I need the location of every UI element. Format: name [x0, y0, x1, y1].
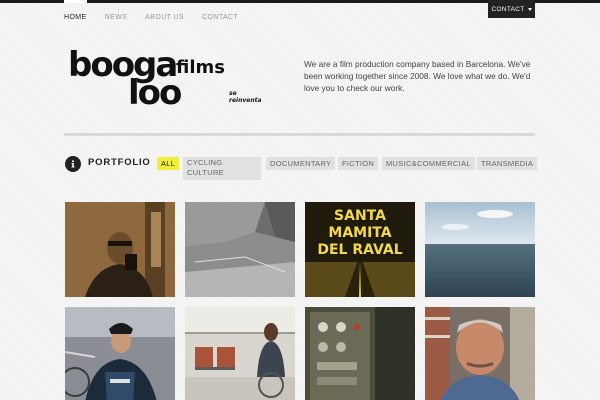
portfolio-thumb-sea-horizon[interactable] — [425, 202, 535, 297]
portfolio-thumb-control-panel[interactable] — [305, 307, 415, 400]
nav-contact[interactable]: CONTACT — [202, 3, 238, 33]
portfolio-thumb-man-portrait[interactable] — [425, 307, 535, 400]
filter-fiction[interactable]: FICTION — [338, 157, 379, 170]
section-divider — [64, 133, 535, 136]
filter-transmedia[interactable]: TRANSMEDIA — [477, 157, 538, 170]
poster-text-line-1: SANTA — [334, 208, 386, 224]
contact-dropdown-button[interactable]: CONTACT — [488, 0, 535, 18]
nav-about-us[interactable]: ABOUT US — [145, 3, 184, 33]
portfolio-thumb-santa-mamita-poster[interactable]: SANTA MAMITA DEL RAVAL — [305, 202, 415, 297]
logo-wordmark-bottom: loo — [128, 73, 181, 108]
filter-music-commercial[interactable]: MUSIC&COMMERCIAL — [382, 157, 475, 170]
portfolio-thumb-man-with-camera[interactable] — [65, 202, 175, 297]
portfolio-thumb-waiting-room[interactable] — [185, 307, 295, 400]
intro-text: We are a film production company based i… — [304, 59, 531, 93]
contact-button-label: CONTACT — [491, 5, 525, 13]
logo-tagline-2: reinventa — [229, 97, 262, 104]
nav-news[interactable]: NEWS — [105, 3, 128, 33]
filter-cycling-culture[interactable]: CYCLING CULTURE — [183, 157, 261, 180]
portfolio-thumb-rocky-coast[interactable] — [185, 202, 295, 297]
nav-home[interactable]: HOME — [64, 0, 87, 33]
logo-tagline-1: se — [229, 90, 237, 97]
portfolio-thumb-cyclist[interactable] — [65, 307, 175, 400]
filter-documentary[interactable]: DOCUMENTARY — [266, 157, 336, 170]
poster-text-line-2: MAMITA — [328, 225, 391, 241]
portfolio-title: PORTFOLIO — [88, 157, 151, 168]
poster-text-line-3: DEL RAVAL — [317, 242, 402, 258]
caret-down-icon — [527, 7, 532, 11]
site-logo[interactable]: booga films loo se reinventa — [68, 45, 268, 113]
info-icon — [65, 156, 81, 172]
main-nav: HOME NEWS ABOUT US CONTACT — [64, 0, 256, 33]
filter-all[interactable]: ALL — [157, 157, 180, 170]
logo-wordmark-films: films — [176, 57, 225, 78]
